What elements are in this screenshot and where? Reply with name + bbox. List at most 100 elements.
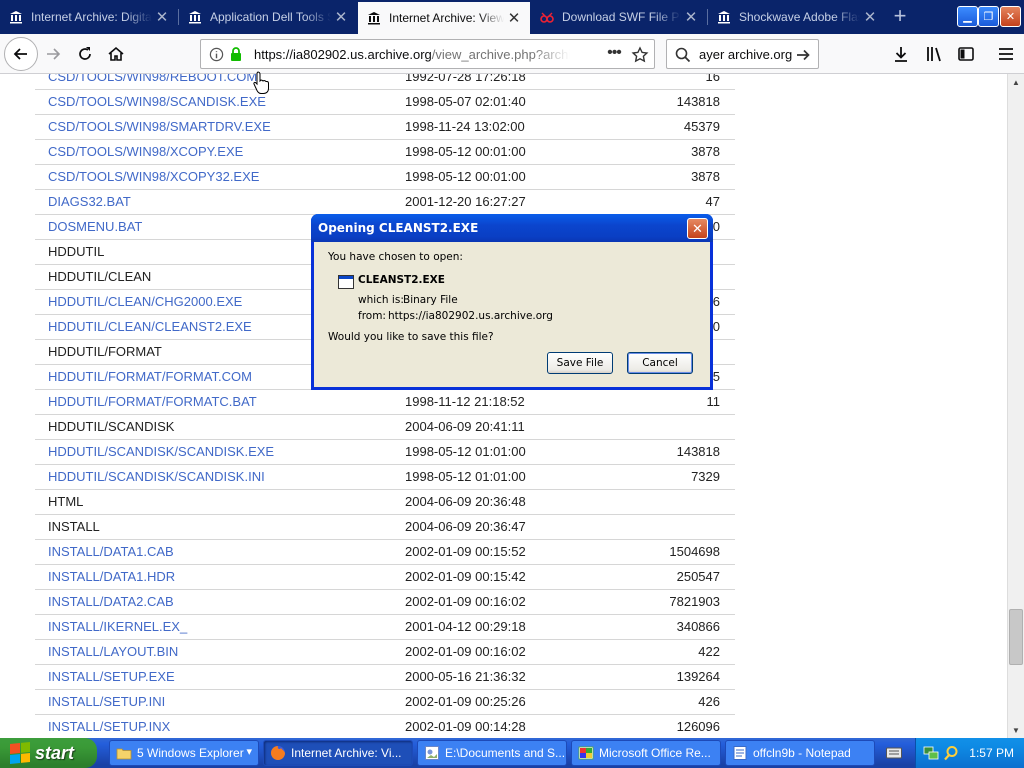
minimize-button[interactable]: ▁ <box>957 6 978 27</box>
url-path: /view_archive.php?archive= <box>431 47 570 62</box>
lock-icon[interactable] <box>229 46 243 62</box>
file-link[interactable]: CSD/TOOLS/WIN98/XCOPY32.EXE <box>48 169 259 184</box>
file-date: 2000-05-16 21:36:32 <box>405 669 526 684</box>
windows-flag-icon <box>10 741 30 765</box>
file-date: 1998-05-12 00:01:00 <box>405 169 526 184</box>
file-link[interactable]: CSD/TOOLS/WIN98/SCANDISK.EXE <box>48 94 266 109</box>
network-icon[interactable] <box>923 745 939 761</box>
table-row: INSTALL/SETUP.INX 2002-01-09 00:14:28 1260… <box>35 715 735 738</box>
table-row: CSD/TOOLS/WIN98/SCANDISK.EXE 1998-05-07 0… <box>35 90 735 115</box>
file-size: 3878 <box>691 144 720 159</box>
file-size: 7821903 <box>669 594 720 609</box>
tab-close-icon[interactable]: ✕ <box>681 7 701 27</box>
cancel-button[interactable]: Cancel <box>627 352 693 374</box>
taskbar-button[interactable]: 5 Windows Explorer ▾ <box>109 740 259 766</box>
search-input[interactable]: ayer archive.org <box>699 47 792 62</box>
page-actions-icon[interactable]: ••• <box>603 44 625 64</box>
bookmark-star-icon[interactable] <box>631 46 649 64</box>
search-tray-icon[interactable] <box>943 745 959 761</box>
which-is-label: which is: <box>358 294 404 306</box>
tab-label: Shockwave Adobe Flash <box>739 10 860 24</box>
taskbar-button[interactable]: offcln9b - Notepad <box>725 740 875 766</box>
navigation-toolbar: https://ia802902.us.archive.org/view_arc… <box>0 34 1024 74</box>
new-tab-icon[interactable]: + <box>887 4 913 30</box>
tab-close-icon[interactable]: ✕ <box>331 7 351 27</box>
file-link[interactable]: INSTALL/DATA1.HDR <box>48 569 175 584</box>
scrollbar-thumb[interactable] <box>1009 609 1023 665</box>
downloads-icon[interactable] <box>892 45 910 63</box>
file-link[interactable]: CSD/TOOLS/WIN98/SMARTDRV.EXE <box>48 119 271 134</box>
browser-tab[interactable]: Internet Archive: Digital Lib✕ <box>0 0 178 34</box>
dialog-close-button[interactable]: ✕ <box>687 218 708 239</box>
file-link[interactable]: CSD/TOOLS/WIN98/REBOOT.COM <box>48 74 257 84</box>
file-date: 1998-05-12 01:01:00 <box>405 469 526 484</box>
file-date: 2001-04-12 00:29:18 <box>405 619 526 634</box>
tab-close-icon[interactable]: ✕ <box>504 8 524 28</box>
menu-icon[interactable] <box>997 45 1015 63</box>
file-link[interactable]: HDDUTIL/SCANDISK/SCANDISK.INI <box>48 469 265 484</box>
file-link[interactable]: INSTALL/SETUP.INI <box>48 694 165 709</box>
file-link[interactable]: HDDUTIL/FORMAT/FORMATC.BAT <box>48 394 257 409</box>
browser-tab[interactable]: Application Dell Tools Sy ✕ <box>179 0 357 34</box>
forward-button[interactable] <box>38 39 68 69</box>
file-size: 143818 <box>676 444 720 459</box>
tab-close-icon[interactable]: ✕ <box>152 7 172 27</box>
save-file-button[interactable]: Save File <box>547 352 613 374</box>
library-icon[interactable] <box>925 45 943 63</box>
file-link[interactable]: INSTALL/IKERNEL.EX_ <box>48 619 187 634</box>
browser-tab[interactable]: Internet Archive: View A ✕ <box>358 2 530 34</box>
tab-strip: Internet Archive: Digital Lib✕Applicatio… <box>0 0 1024 34</box>
back-button[interactable] <box>4 37 38 71</box>
url-bar[interactable]: https://ia802902.us.archive.org/view_arc… <box>200 39 655 69</box>
taskbar-button[interactable]: Internet Archive: Vi... <box>263 740 413 766</box>
dialog-titlebar[interactable]: Opening CLEANST2.EXE ✕ <box>311 214 713 242</box>
file-link[interactable]: INSTALL/SETUP.EXE <box>48 669 175 684</box>
file-link[interactable]: HDDUTIL/SCANDISK/SCANDISK.EXE <box>48 444 274 459</box>
reload-button[interactable] <box>70 39 100 69</box>
scroll-up-arrow-icon[interactable]: ▲ <box>1008 74 1024 90</box>
table-row: HDDUTIL/SCANDISK/SCANDISK.EXE 1998-05-12 … <box>35 440 735 465</box>
dialog-intro-text: You have chosen to open: <box>328 251 463 263</box>
browser-tab[interactable]: Shockwave Adobe Flash ✕ <box>708 0 886 34</box>
taskbar-button[interactable]: Microsoft Office Re... <box>571 740 721 766</box>
file-link[interactable]: CSD/TOOLS/WIN98/XCOPY.EXE <box>48 144 243 159</box>
search-bar[interactable]: ayer archive.org <box>666 39 819 69</box>
file-size: 143818 <box>676 94 720 109</box>
file-link[interactable]: INSTALL/SETUP.INX <box>48 719 170 734</box>
file-link[interactable]: INSTALL/LAYOUT.BIN <box>48 644 178 659</box>
home-icon <box>108 46 124 61</box>
keyboard-icon[interactable] <box>886 746 902 760</box>
file-link[interactable]: INSTALL/DATA2.CAB <box>48 594 174 609</box>
info-icon[interactable] <box>209 47 224 62</box>
window-close-button[interactable]: ✕ <box>1000 6 1021 27</box>
file-date: 2002-01-09 00:15:52 <box>405 544 526 559</box>
file-link[interactable]: HDDUTIL/FORMAT/FORMAT.COM <box>48 369 252 384</box>
office-icon <box>578 745 594 761</box>
archive-file-listing: CSD/TOOLS/WIN98/REBOOT.COM 1992-07-28 17:… <box>35 74 735 738</box>
file-size: 47 <box>705 194 720 209</box>
file-link[interactable]: INSTALL/DATA1.CAB <box>48 544 174 559</box>
file-size: 126096 <box>676 719 720 734</box>
scroll-down-arrow-icon[interactable]: ▼ <box>1008 722 1024 738</box>
tab-close-icon[interactable]: ✕ <box>860 7 880 27</box>
file-date: 2004-06-09 20:36:48 <box>405 494 526 509</box>
file-size: 0 <box>712 319 720 334</box>
vertical-scrollbar[interactable]: ▲ ▼ <box>1007 74 1024 738</box>
start-button[interactable]: start <box>0 738 97 768</box>
home-button[interactable] <box>101 39 131 69</box>
taskbar-button-label: E:\Documents and S... <box>445 746 566 760</box>
file-link[interactable]: DOSMENU.BAT <box>48 219 142 234</box>
search-go-arrow-icon[interactable] <box>795 47 811 63</box>
taskbar-button[interactable]: E:\Documents and S... <box>417 740 567 766</box>
browser-tab[interactable]: Download SWF File Play✕ <box>531 0 707 34</box>
file-size: 139264 <box>676 669 720 684</box>
file-link[interactable]: HDDUTIL/CLEAN/CLEANST2.EXE <box>48 319 252 334</box>
file-type-value: Binary File <box>403 294 458 306</box>
dialog-question: Would you like to save this file? <box>328 331 494 343</box>
file-link[interactable]: HDDUTIL/CLEAN/CHG2000.EXE <box>48 294 242 309</box>
table-row: INSTALL/LAYOUT.BIN 2002-01-09 00:16:02 422 <box>35 640 735 665</box>
file-link[interactable]: DIAGS32.BAT <box>48 194 131 209</box>
maximize-button[interactable]: ❐ <box>978 6 999 27</box>
table-row: INSTALL/DATA1.CAB 2002-01-09 00:15:52 1504… <box>35 540 735 565</box>
sidebar-icon[interactable] <box>957 45 975 63</box>
